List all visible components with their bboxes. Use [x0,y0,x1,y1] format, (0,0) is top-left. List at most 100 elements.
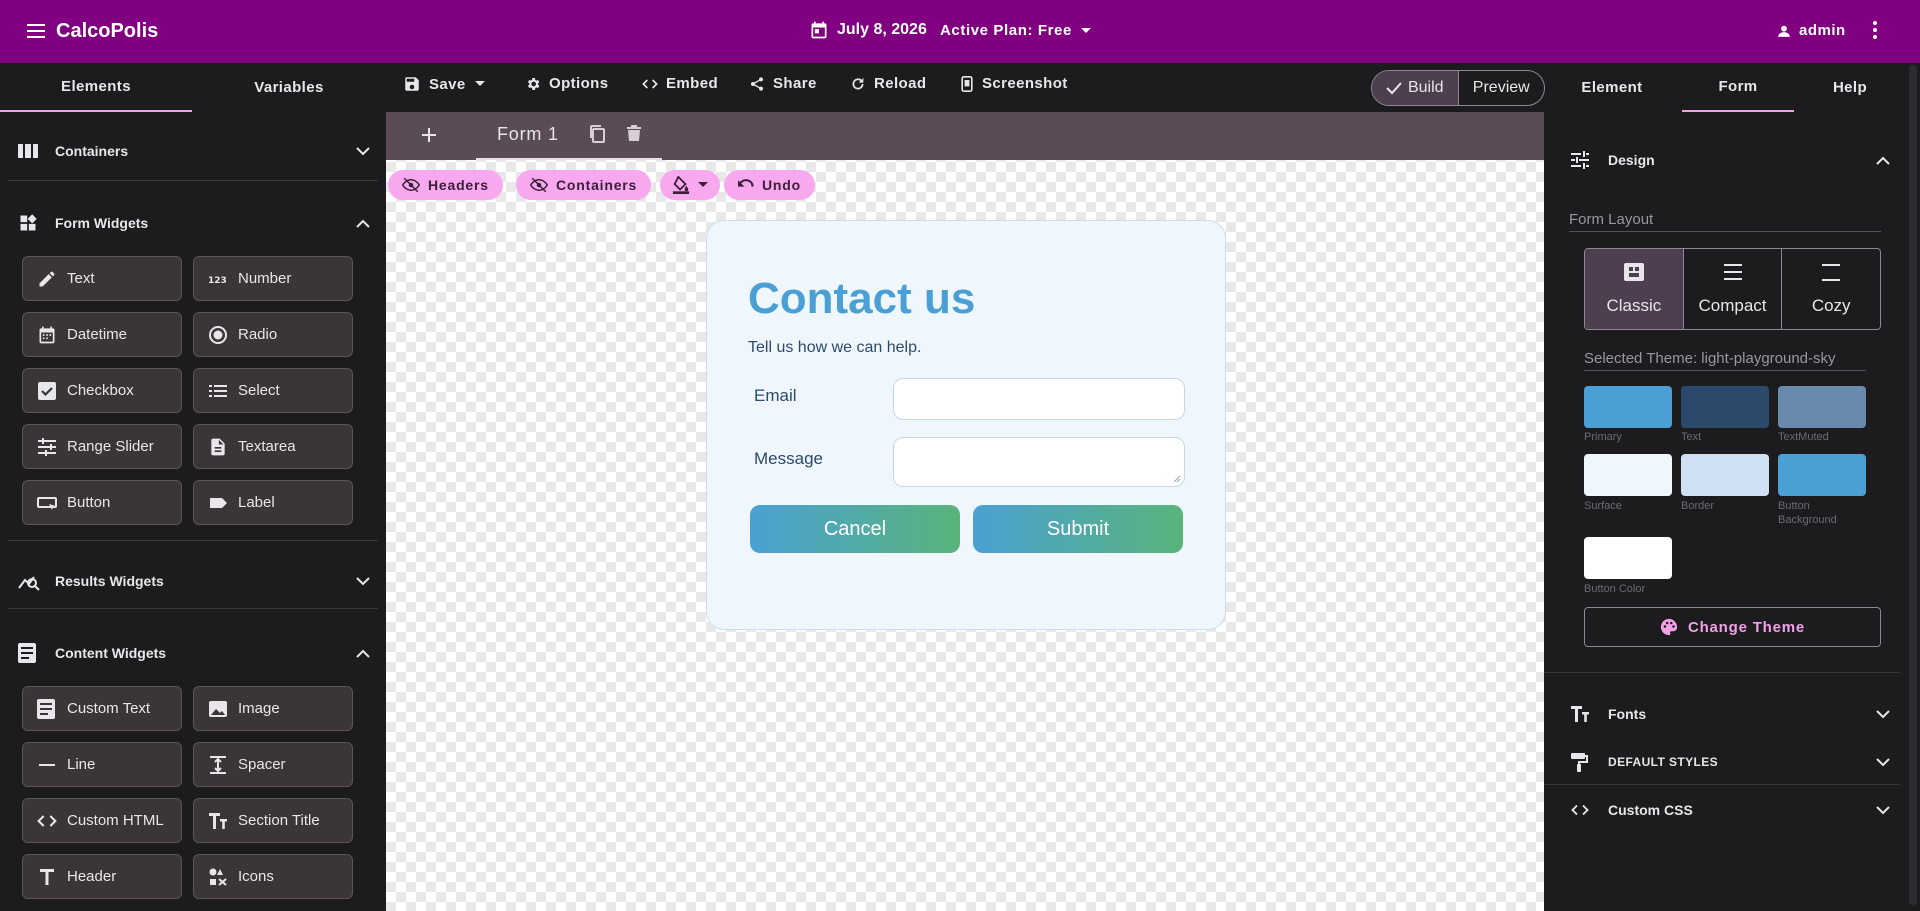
line-icon [37,755,57,775]
widget-checkbox[interactable]: Checkbox [22,368,182,413]
widget-label: Custom HTML [67,812,164,829]
screenshot-button[interactable]: Screenshot [960,75,1068,92]
pencil-icon [37,269,57,289]
cancel-button[interactable]: Cancel [750,505,960,553]
swatch-button-color[interactable] [1584,537,1672,579]
save-button[interactable]: Save [403,75,486,93]
layout-cozy[interactable]: Cozy [1781,249,1880,329]
toggle-headers-chip[interactable]: Headers [388,170,503,200]
swatch-text[interactable] [1681,386,1769,428]
widget-icons[interactable]: Icons [193,854,353,899]
widget-label[interactable]: Label [193,480,353,525]
fill-color-chip[interactable] [660,170,720,200]
more-vert-icon[interactable] [1872,20,1878,40]
layout-compact[interactable]: Compact [1682,249,1782,329]
swatch-button-background[interactable] [1778,454,1866,496]
preview-button[interactable]: Preview [1457,71,1545,105]
gear-icon [525,76,541,92]
grid-icon [1623,262,1645,282]
widget-textarea[interactable]: Textarea [193,424,353,469]
reload-button[interactable]: Reload [850,75,926,92]
design-section-header[interactable]: Design [1544,148,1900,172]
widget-custom-text[interactable]: Custom Text [22,686,182,731]
widget-label: Section Title [238,812,320,829]
widget-select[interactable]: Select [193,368,353,413]
default-styles-section-header[interactable]: DEFAULT STYLES [1544,750,1900,774]
widget-datetime[interactable]: Datetime [22,312,182,357]
options-button[interactable]: Options [525,75,608,92]
widget-header[interactable]: Header [22,854,182,899]
widget-number[interactable]: 123 Number [193,256,353,301]
swatch-primary[interactable] [1584,386,1672,428]
widget-spacer[interactable]: Spacer [193,742,353,787]
section-form-widgets[interactable]: Form Widgets [0,199,386,247]
tab-form[interactable]: Form [1682,63,1794,112]
hamburger-menu-icon[interactable] [26,21,46,41]
widget-custom-html[interactable]: Custom HTML [22,798,182,843]
divider [8,180,378,181]
embed-button[interactable]: Embed [642,75,718,92]
section-content-widgets[interactable]: Content Widgets [0,629,386,677]
swatch-textmuted[interactable] [1778,386,1866,428]
chevron-down-icon [1876,757,1890,767]
resize-handle-icon[interactable] [1173,475,1181,483]
add-form-icon[interactable] [420,126,438,144]
tab-variables[interactable]: Variables [192,63,386,112]
copy-icon[interactable] [588,124,606,144]
widget-label-text: Label [238,494,275,511]
widget-label: Custom Text [67,700,151,717]
widget-text[interactable]: Text [22,256,182,301]
custom-css-section-header[interactable]: Custom CSS [1544,798,1900,822]
widget-image[interactable]: Image [193,686,353,731]
change-theme-label: Change Theme [1687,618,1806,636]
widget-button[interactable]: Button [22,480,182,525]
divider [1544,672,1900,673]
chevron-up-icon [356,649,370,658]
username: admin [1799,22,1846,39]
widget-range-slider[interactable]: Range Slider [22,424,182,469]
caret-down-icon [474,80,486,88]
build-preview-toggle: Build Preview [1371,70,1545,106]
palette-icon [1660,618,1678,636]
layout-label: Cozy [1811,296,1851,315]
tab-help[interactable]: Help [1806,63,1894,112]
section-containers[interactable]: Containers [0,127,386,175]
tab-element[interactable]: Element [1564,63,1660,112]
contact-form-card[interactable]: Contact us Tell us how we can help. Emai… [706,220,1226,630]
trash-icon[interactable] [626,124,642,142]
widget-section-title[interactable]: Section Title [193,798,353,843]
swatch-label: Button Color [1584,583,1646,595]
document-icon [208,437,228,457]
section-results-widgets[interactable]: Results Widgets [0,557,386,605]
fonts-section-header[interactable]: Fonts [1544,702,1900,726]
widget-line[interactable]: Line [22,742,182,787]
build-button[interactable]: Build [1372,71,1458,105]
undo-chip[interactable]: Undo [724,170,815,200]
form-tab[interactable]: Form 1 [476,112,662,160]
widget-label: Line [67,756,96,773]
share-icon [749,76,765,92]
form-canvas[interactable]: Form 1 Headers Containers Undo Contact u… [386,112,1544,911]
scrollbar[interactable] [1906,63,1920,911]
layout-classic[interactable]: Classic [1585,249,1683,329]
form-settings-panel: Design Form Layout Classic Compact Cozy … [1544,112,1920,911]
toggle-containers-chip[interactable]: Containers [516,170,652,200]
widget-radio[interactable]: Radio [193,312,353,357]
list-icon [208,381,228,401]
message-textarea[interactable] [893,437,1185,487]
radio-icon [208,325,228,345]
tab-elements[interactable]: Elements [0,63,192,112]
email-field[interactable] [893,378,1185,420]
change-theme-button[interactable]: Change Theme [1584,607,1881,647]
active-plan-dropdown[interactable]: Active Plan: Free [940,22,1092,39]
swatch-border[interactable] [1681,454,1769,496]
section-label: Design [1608,152,1655,168]
submit-button[interactable]: Submit [973,505,1183,553]
swatch-surface[interactable] [1584,454,1672,496]
widget-label: Textarea [238,438,296,455]
user-menu[interactable]: admin [1777,22,1846,39]
share-button[interactable]: Share [749,75,817,92]
section-label: Form Widgets [55,215,149,231]
build-label: Build [1407,79,1444,96]
scrollbar-thumb[interactable] [1909,65,1917,905]
